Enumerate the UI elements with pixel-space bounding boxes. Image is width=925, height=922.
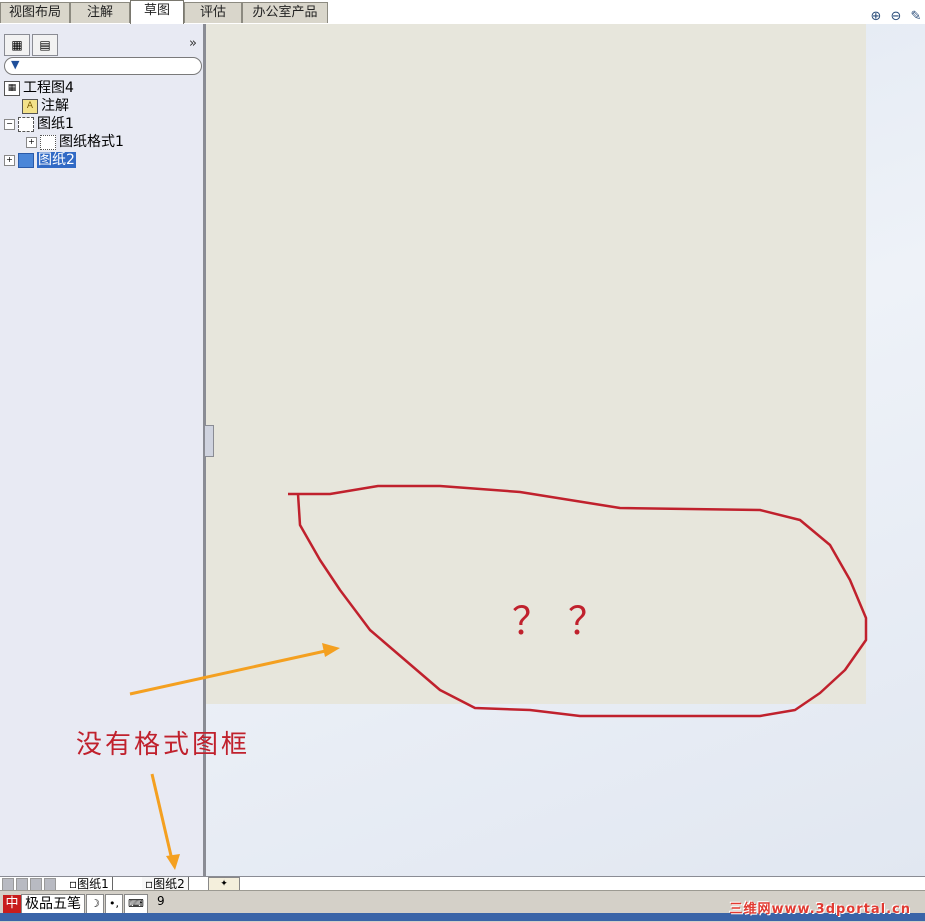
feature-tree: ▦ 工程图4 A 注解 − 图纸1 + 图纸格式1 + 图纸2 [4,79,200,169]
collapse-panel-icon[interactable]: » [189,36,197,51]
tree-item-sheet2[interactable]: + 图纸2 [4,151,200,169]
sheet-tab-label: 图纸2 [153,877,185,891]
drawing-icon: ▦ [4,80,20,96]
tree-item-annotations[interactable]: A 注解 [4,97,200,115]
tab-view-layout[interactable]: 视图布局 [0,2,70,23]
ime-keyboard-icon[interactable]: ⌨ [124,894,148,914]
panel-splitter-handle[interactable] [204,425,214,457]
panel-tabs: ▦ ▤ [4,34,60,56]
sheet-tab-label: 图纸1 [77,877,109,891]
tree-item-label: 图纸2 [37,152,76,168]
property-manager-tab-icon[interactable]: ▤ [32,34,58,56]
expand-icon[interactable]: + [4,154,15,166]
feature-manager-tab-icon[interactable]: ▦ [4,34,30,56]
filter-icon: ▼ [11,58,20,71]
tab-sketch[interactable]: 草图 [130,0,184,25]
tree-item-label: 注解 [41,98,69,114]
tree-item-sheet-format1[interactable]: + 图纸格式1 [4,133,200,151]
no-format-annotation-text: 没有格式图框 [76,730,251,760]
ime-name[interactable]: 极品五笔 [21,894,85,914]
zoom-area-icon[interactable]: ⊖ [887,8,905,26]
tree-item-label: 图纸格式1 [59,134,124,150]
ime-punct-icon[interactable]: •, [105,894,123,914]
tree-item-drawing-root[interactable]: ▦ 工程图4 [4,79,200,97]
sheet-format-icon [40,134,56,150]
tree-item-sheet1[interactable]: − 图纸1 [4,115,200,133]
question-marks-annotation: ？？ [512,599,625,643]
ime-moon-icon[interactable]: ☽ [86,894,104,914]
collapse-icon[interactable]: − [4,118,15,130]
sketch-tool-icon[interactable]: ✎ [907,8,925,26]
view-toolbar: ⊕ ⊖ ✎ [865,8,925,26]
tab-office-products[interactable]: 办公室产品 [242,2,328,23]
sheet-tab-1[interactable]: ▫图纸1 [66,877,113,891]
tree-filter-field[interactable]: ▼ [4,57,202,75]
command-tab-bar: 视图布局 注解 草图 评估 办公室产品 [0,0,925,25]
annotation-icon: A [22,98,38,114]
sheet-tab-bar: ▫图纸1 ▫图纸2 ✦ [0,876,925,892]
ime-toolbar: 中极品五笔 ☽ •, ⌨ [3,894,148,914]
expand-icon[interactable]: + [26,136,37,148]
sheet-icon [18,116,34,132]
status-value: 9 [157,894,165,908]
sheet-icon [18,152,34,168]
tab-annotation[interactable]: 注解 [70,2,130,23]
tab-evaluate[interactable]: 评估 [184,2,242,23]
watermark-logo: 三维网www.3dportal.cn [729,902,911,917]
zoom-to-fit-icon[interactable]: ⊕ [867,8,885,26]
ime-logo-icon[interactable]: 中 [3,895,21,913]
tree-item-label: 图纸1 [37,116,74,132]
sheet-tab-2[interactable]: ▫图纸2 [142,877,189,891]
tree-item-label: 工程图4 [23,80,74,96]
